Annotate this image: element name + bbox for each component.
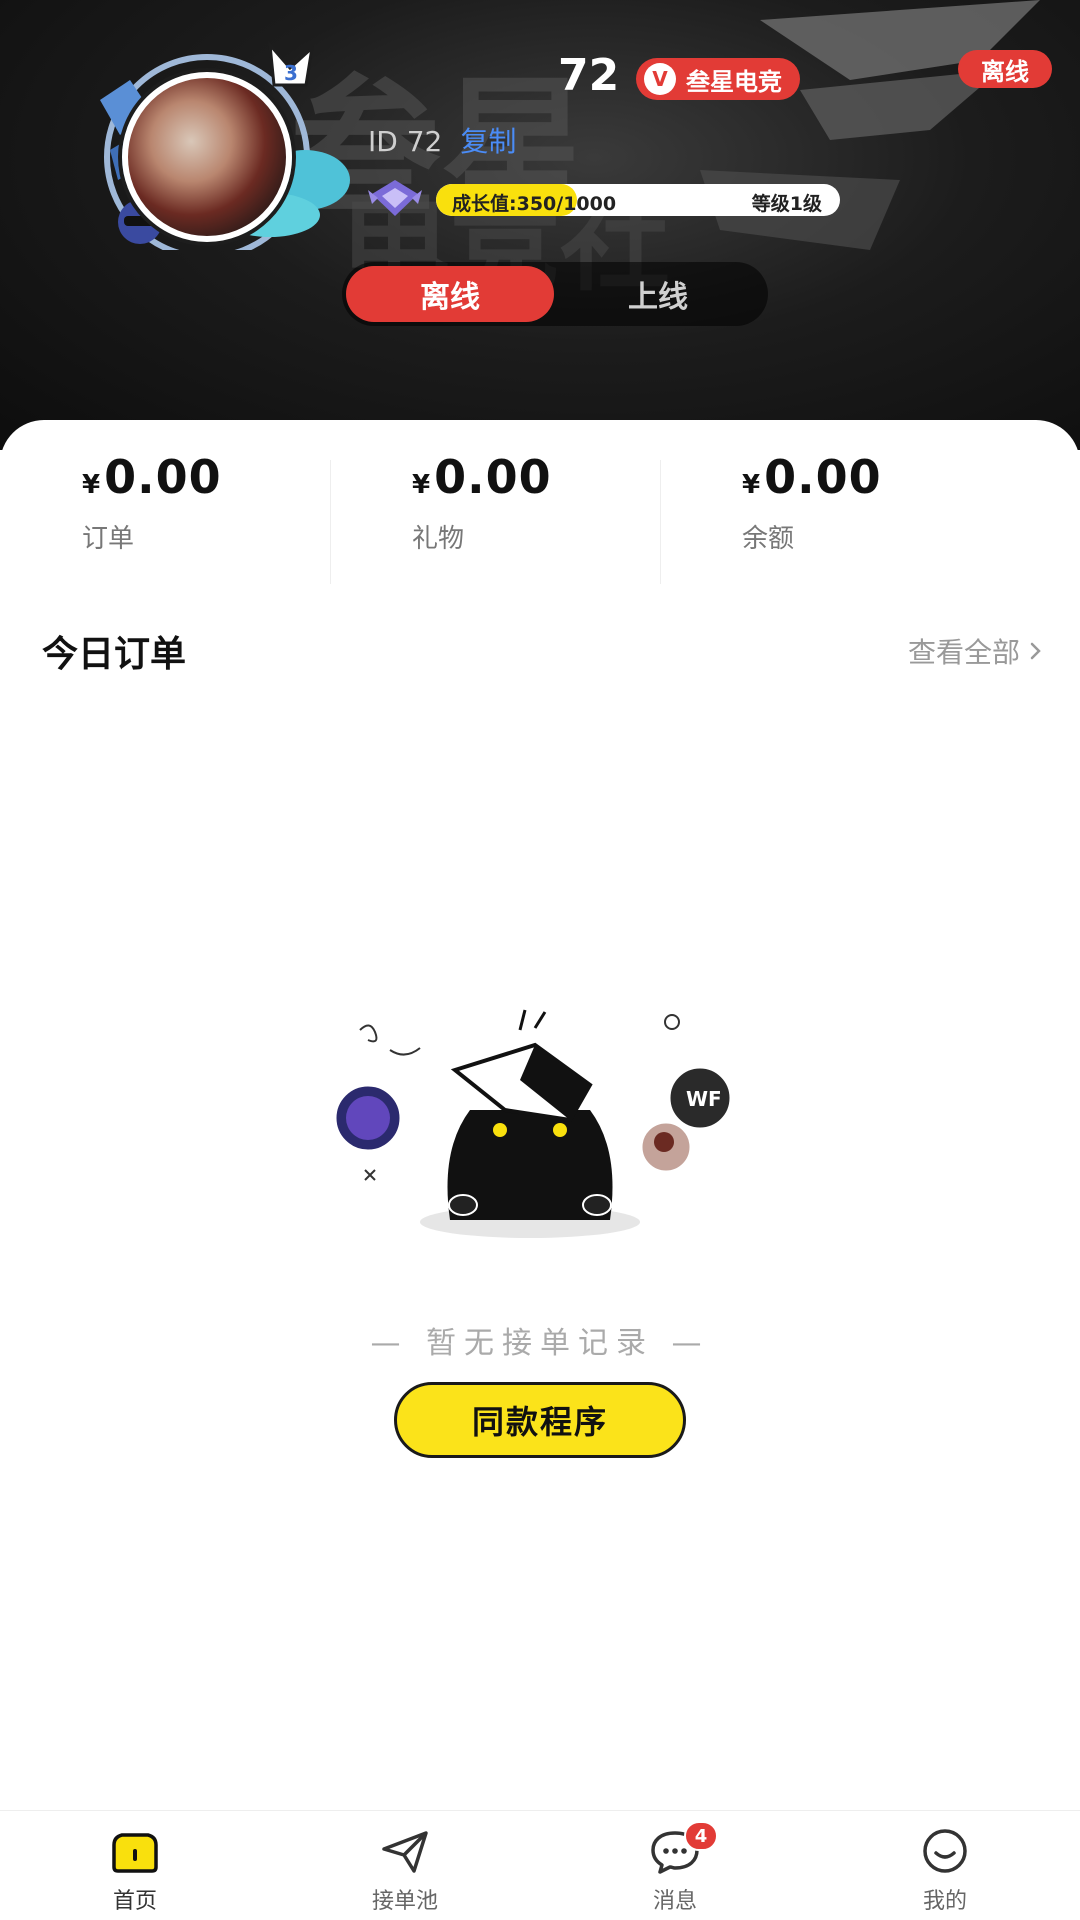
id-line: ID 72 复制 [368, 120, 516, 160]
currency-symbol: ¥ [742, 470, 761, 500]
home-icon [112, 1833, 158, 1873]
stat-orders[interactable]: ¥ 0.00 订单 [0, 450, 330, 590]
tab-mine[interactable]: 我的 [810, 1811, 1080, 1920]
stat-value: 0.00 [104, 450, 222, 504]
tab-label: 首页 [112, 1889, 157, 1914]
avatar-frame[interactable]: 3 [90, 40, 350, 250]
stat-value: 0.00 [764, 450, 882, 504]
avatar[interactable] [122, 72, 292, 242]
stat-balance[interactable]: ¥ 0.00 余额 [660, 450, 990, 590]
chevron-right-icon [1030, 642, 1041, 660]
stat-label: 余额 [742, 524, 795, 554]
view-all-link[interactable]: 查看全部 [908, 631, 1042, 671]
avatar-badge: 3 [284, 61, 298, 85]
tab-label: 我的 [922, 1889, 967, 1914]
growth-value: 成长值:350/1000 [452, 193, 617, 215]
same-program-button[interactable]: 同款程序 [394, 1382, 686, 1458]
stat-label: 礼物 [412, 524, 465, 554]
stats-row: ¥ 0.00 订单 ¥ 0.00 礼物 ¥ 0.00 余额 [0, 450, 1080, 590]
online-option[interactable]: 上线 [554, 266, 762, 322]
tab-label: 接单池 [371, 1889, 438, 1914]
vip-icon: V [644, 63, 676, 95]
tab-label: 消息 [652, 1889, 697, 1914]
online-status-toggle[interactable]: 离线 上线 [342, 262, 768, 326]
bottom-tab-bar: 首页 接单池 消息 4 我的 [0, 1810, 1080, 1920]
content-card: ¥ 0.00 订单 ¥ 0.00 礼物 ¥ 0.00 余额 今日订单 查看全部 [0, 420, 1080, 1810]
stat-value: 0.00 [434, 450, 552, 504]
tab-messages[interactable]: 消息 4 [540, 1811, 810, 1920]
stat-gifts[interactable]: ¥ 0.00 礼物 [330, 450, 660, 590]
growth-progress-bar: 成长值:350/1000 等级1级 [436, 184, 840, 216]
user-number: 72 [558, 50, 620, 101]
section-title: 今日订单 [42, 634, 187, 675]
offline-option[interactable]: 离线 [346, 266, 554, 322]
copy-id-button[interactable]: 复制 [460, 120, 516, 160]
level-crest-icon [368, 180, 422, 216]
empty-state-text: — 暂无接单记录 — [370, 1326, 710, 1361]
profile-banner: 叁星 电竞社 3 72 V 叁星电竞 离线 ID 72 复制 成长值:350/1… [0, 0, 1080, 450]
view-all-label: 查看全部 [907, 636, 1020, 669]
currency-symbol: ¥ [412, 470, 431, 500]
stat-label: 订单 [82, 524, 135, 554]
tab-home[interactable]: 首页 [0, 1811, 270, 1920]
today-orders-header: 今日订单 查看全部 [42, 625, 1042, 677]
empty-state-illustration: WF [331, 1009, 735, 1238]
vip-name: 叁星电竞 [686, 67, 782, 96]
svg-text:WF: WF [686, 1087, 722, 1111]
unread-count-badge: 4 [684, 1821, 718, 1851]
level-label: 等级1级 [751, 193, 822, 215]
user-id: ID 72 [368, 125, 443, 158]
vip-badge: V 叁星电竞 [636, 58, 800, 100]
currency-symbol: ¥ [82, 470, 101, 500]
smile-face-icon [923, 1829, 967, 1873]
paper-plane-icon [382, 1831, 428, 1873]
status-chip: 离线 [958, 50, 1052, 88]
tab-order-pool[interactable]: 接单池 [270, 1811, 540, 1920]
